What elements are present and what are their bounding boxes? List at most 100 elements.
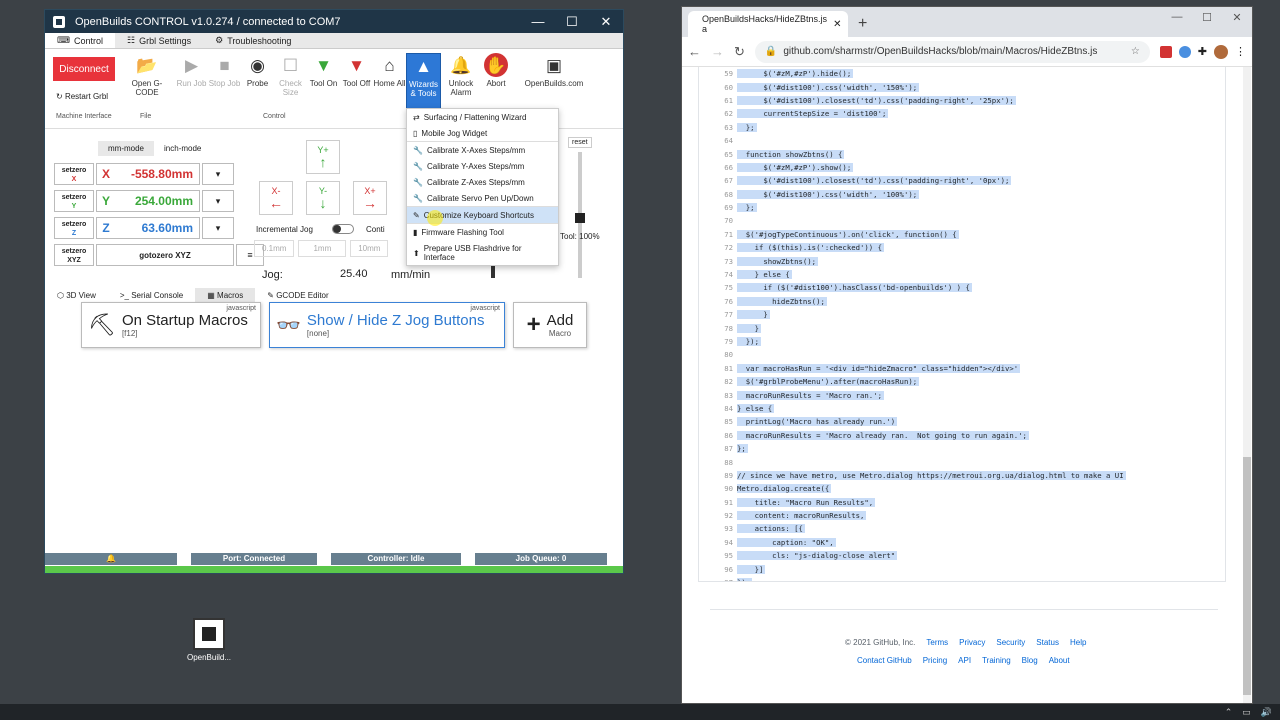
tab-troubleshooting[interactable]: ⚙ Troubleshooting	[203, 33, 303, 48]
line-text: $('#dist100').css('width', '100%');	[737, 189, 920, 199]
line-number: 61	[724, 95, 733, 105]
openbuilds-app-icon	[193, 618, 225, 650]
dro-x-menu-button[interactable]: ▾	[202, 163, 234, 185]
jog-feed-input[interactable]: 25.40	[340, 268, 368, 280]
step-0-1mm-button[interactable]: 0.1mm	[254, 240, 295, 257]
footer-link-help[interactable]: Help	[1070, 638, 1086, 647]
tab-control[interactable]: ⌨ Control	[45, 33, 116, 48]
glasses-icon: 👓	[276, 314, 301, 337]
close-tab-icon[interactable]: ✕	[833, 19, 841, 30]
tab-mm-mode[interactable]: mm-mode	[98, 141, 155, 156]
line-text: $('#zM,#zP').show();	[737, 162, 854, 172]
footer-link-terms[interactable]: Terms	[926, 638, 948, 647]
jog-type-toggle[interactable]	[332, 224, 354, 234]
volume-icon[interactable]: 🔊	[1261, 707, 1272, 718]
footer-link-contact[interactable]: Contact GitHub	[857, 656, 912, 665]
macro-hide-z-button[interactable]: javascript 👓 Show / Hide Z Jog Buttons [n…	[269, 302, 505, 348]
footer-link-about[interactable]: About	[1049, 656, 1070, 665]
mobile-icon: ▯	[413, 129, 418, 138]
line-number: 67	[724, 176, 733, 186]
back-icon[interactable]: ←	[688, 44, 701, 59]
address-bar[interactable]: 🔒 github.com/sharmstr/OpenBuildsHacks/bl…	[754, 40, 1150, 63]
extension-blue-icon[interactable]	[1178, 45, 1191, 58]
close-button[interactable]: ✕	[589, 14, 623, 30]
chrome-minimize-button[interactable]: —	[1162, 11, 1192, 24]
footer-link-training[interactable]: Training	[982, 656, 1011, 665]
setzero-z-button[interactable]: setzero Z	[54, 217, 94, 239]
footer-link-status[interactable]: Status	[1036, 638, 1059, 647]
reload-icon[interactable]: ↻	[734, 44, 745, 60]
jog-y-minus-button[interactable]: Y- ↓	[306, 181, 340, 215]
extension-red-icon[interactable]	[1159, 45, 1172, 58]
line-number: 76	[724, 296, 733, 306]
setzero-y-button[interactable]: setzero Y	[54, 190, 94, 212]
step-10mm-button[interactable]: 10mm	[350, 240, 389, 257]
desktop-shortcut-openbuilds[interactable]: OpenBuild...	[186, 618, 232, 662]
footer-link-pricing[interactable]: Pricing	[923, 656, 947, 665]
footer-link-security[interactable]: Security	[996, 638, 1025, 647]
notifications-button[interactable]: 🔔	[45, 553, 177, 565]
code-line: 75 if ($('#dist100').hasClass('bd-openbu…	[699, 281, 1225, 294]
line-number: 74	[724, 270, 733, 280]
browser-tab[interactable]: OpenBuildsHacks/HideZBtns.js a ✕	[688, 11, 848, 37]
tab-inch-mode[interactable]: inch-mode	[154, 141, 211, 156]
jog-x-plus-button[interactable]: X+ →	[353, 181, 387, 215]
group-label-file: File	[140, 113, 152, 120]
code-line: 76 hideZbtns();	[699, 295, 1225, 308]
code-line: 82 $('#grblProbeMenu').after(macroHasRun…	[699, 375, 1225, 388]
chrome-close-button[interactable]: ✕	[1222, 11, 1252, 24]
dro-z-menu-button[interactable]: ▾	[202, 217, 234, 239]
line-number: 93	[724, 524, 733, 534]
tool-override-slider[interactable]	[575, 213, 585, 223]
scrollbar-thumb[interactable]	[1243, 457, 1251, 695]
stop-icon: ■	[219, 55, 230, 75]
line-number: 72	[724, 243, 733, 253]
add-macro-button[interactable]: + Add Macro	[513, 302, 587, 348]
footer-link-api[interactable]: API	[958, 656, 971, 665]
menu-item-calibrate-y[interactable]: 🔧 Calibrate Y-Axes Steps/mm	[407, 158, 558, 174]
jog-x-minus-button[interactable]: X- ←	[259, 181, 293, 215]
disconnect-button[interactable]: Disconnect	[53, 57, 115, 81]
line-text: };	[737, 444, 748, 454]
wrench-icon: 🔧	[413, 146, 423, 155]
line-number: 77	[724, 310, 733, 320]
tray-chevron-icon[interactable]: ⌃	[1225, 707, 1233, 718]
maximize-button[interactable]: ☐	[555, 14, 589, 30]
menu-item-calibrate-z[interactable]: 🔧 Calibrate Z-Axes Steps/mm	[407, 174, 558, 190]
profile-avatar[interactable]	[1214, 44, 1228, 59]
footer-link-blog[interactable]: Blog	[1022, 656, 1038, 665]
network-icon[interactable]: ▭	[1242, 707, 1251, 718]
menu-item-mobile-jog[interactable]: ▯ Mobile Jog Widget	[407, 125, 558, 141]
menu-item-firmware-flashing[interactable]: ▮ Firmware Flashing Tool	[407, 223, 558, 240]
menu-item-calibrate-servo[interactable]: 🔧 Calibrate Servo Pen Up/Down	[407, 190, 558, 206]
group-label-machine-interface: Machine Interface	[56, 113, 112, 120]
puzzle-icon[interactable]: ✚	[1198, 45, 1207, 58]
line-number: 85	[724, 417, 733, 427]
code-line: 86 macroRunResults = 'Macro already ran.…	[699, 429, 1225, 442]
menu-item-surfacing[interactable]: ⇄ Surfacing / Flattening Wizard	[407, 109, 558, 125]
bookmark-star-icon[interactable]: ☆	[1131, 46, 1140, 57]
setzero-x-button[interactable]: setzero X	[54, 163, 94, 185]
new-tab-button[interactable]: +	[848, 15, 877, 37]
menu-kebab-icon[interactable]: ⋮	[1235, 45, 1246, 58]
page-scrollbar[interactable]	[1243, 67, 1251, 703]
status-bar: 🔔 Port: Connected Controller: Idle Job Q…	[45, 553, 623, 565]
setzero-xyz-button[interactable]: setzero XYZ	[54, 244, 94, 266]
macro-startup-button[interactable]: javascript ⛏ On Startup Macros [f12]	[81, 302, 261, 348]
minimize-button[interactable]: —	[521, 14, 555, 30]
line-text: $('#dist100').css('width', '150%');	[737, 82, 920, 92]
tab-grbl-settings[interactable]: ☷ Grbl Settings	[115, 33, 203, 48]
step-1mm-button[interactable]: 1mm	[298, 240, 347, 257]
menu-item-usb-flashdrive[interactable]: ⬆ Prepare USB Flashdrive for Interface	[407, 240, 558, 265]
chrome-maximize-button[interactable]: ☐	[1192, 11, 1222, 24]
restart-grbl-button[interactable]: ↻ Restart Grbl	[56, 92, 108, 101]
openbuilds-logo-icon	[53, 15, 65, 28]
jog-y-plus-button[interactable]: Y+ ↑	[306, 140, 340, 174]
status-port: Port: Connected	[191, 553, 317, 565]
override-reset-button[interactable]: reset	[568, 137, 592, 148]
footer-link-privacy[interactable]: Privacy	[959, 638, 985, 647]
menu-item-calibrate-x[interactable]: 🔧 Calibrate X-Axes Steps/mm	[407, 141, 558, 158]
forward-icon[interactable]: →	[711, 44, 724, 59]
dro-y-menu-button[interactable]: ▾	[202, 190, 234, 212]
gotozero-xyz-button[interactable]: gotozero XYZ	[96, 244, 234, 266]
